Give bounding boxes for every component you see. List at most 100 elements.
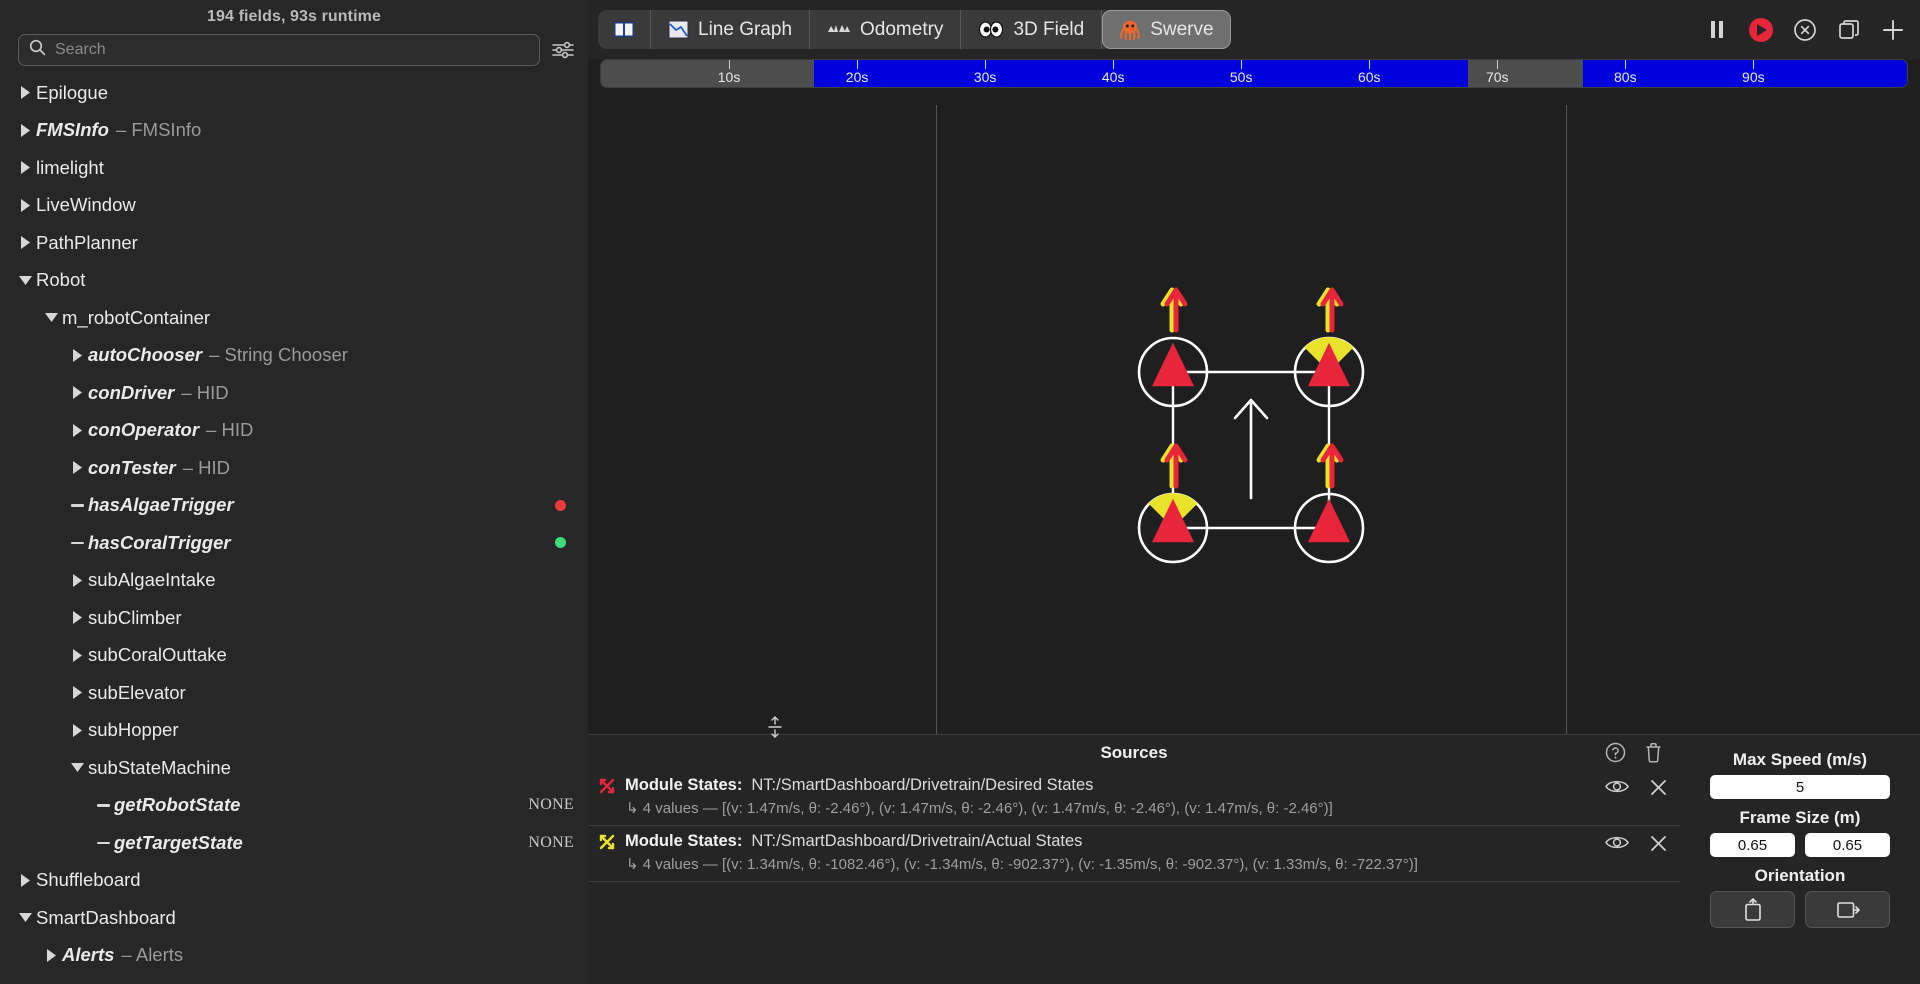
tab-bar: Line Graph Odometry 3D Field Swerve (588, 0, 1920, 59)
source-path: NT:/SmartDashboard/Drivetrain/Actual Sta… (751, 832, 1083, 850)
chevron-down-icon[interactable] (40, 311, 62, 324)
tree-row-label: autoChooser (88, 344, 203, 366)
tree-row[interactable]: conDriver – HID (0, 374, 588, 412)
chevron-right-icon[interactable] (14, 160, 36, 175)
tree-row[interactable]: m_robotContainer (0, 299, 588, 337)
remove-source-icon[interactable] (1649, 834, 1668, 858)
tree-row[interactable]: SmartDashboard (0, 899, 588, 937)
tree-row-label: conTester (88, 456, 176, 478)
chevron-down-icon[interactable] (14, 911, 36, 924)
field-sidebar: 194 fields, 93s runtime Search Epilogue … (0, 0, 588, 984)
tree-row[interactable]: subElevator (0, 674, 588, 712)
tree-row[interactable]: Alerts – Alerts (0, 937, 588, 975)
orientation-up-button[interactable] (1710, 891, 1795, 928)
record-button[interactable] (1748, 17, 1774, 43)
tree-row[interactable]: limelight (0, 149, 588, 187)
duplicate-button[interactable] (1836, 17, 1862, 43)
trash-icon[interactable] (1642, 741, 1664, 763)
source-controls (1605, 778, 1668, 802)
source-row[interactable]: Module States: NT:/SmartDashboard/Drivetr… (588, 826, 1680, 882)
chevron-right-icon[interactable] (14, 873, 36, 888)
chevron-right-icon[interactable] (14, 198, 36, 213)
tree-row[interactable]: getRobotState NONE (0, 787, 588, 825)
leaf-dash-icon (66, 541, 88, 544)
close-button[interactable] (1792, 17, 1818, 43)
tree-row[interactable]: subHopper (0, 712, 588, 750)
tree-row-value: NONE (528, 833, 574, 851)
tree-row[interactable]: Shuffleboard (0, 862, 588, 900)
tab-3d-field[interactable]: 3D Field (961, 10, 1103, 49)
filter-settings-icon[interactable] (550, 37, 576, 63)
search-input[interactable] (55, 41, 529, 59)
eyes-icon (978, 21, 1004, 38)
chevron-right-icon[interactable] (14, 235, 36, 250)
timeline-segment[interactable] (601, 60, 814, 87)
tree-row-label: hasCoralTrigger (88, 531, 231, 553)
tree-row[interactable]: LiveWindow (0, 187, 588, 225)
tree-row-label: SmartDashboard (36, 906, 176, 928)
tree-row[interactable]: subClimber (0, 599, 588, 637)
max-speed-input[interactable] (1710, 775, 1890, 799)
swerve-field-view[interactable] (588, 105, 1920, 734)
help-icon[interactable] (1604, 741, 1626, 763)
visibility-eye-icon[interactable] (1605, 834, 1629, 858)
tree-row[interactable]: getTargetState NONE (0, 824, 588, 862)
visibility-eye-icon[interactable] (1605, 778, 1629, 802)
module-states-marker-icon (598, 777, 616, 795)
frame-width-input[interactable] (1710, 833, 1795, 857)
tree-row-type: – HID (181, 381, 229, 403)
tree-row[interactable]: PathPlanner (0, 224, 588, 262)
chevron-right-icon[interactable] (66, 385, 88, 400)
timeline-tick-label: 50s (1229, 69, 1253, 85)
panel-splitter[interactable] (764, 716, 786, 738)
add-tab-button[interactable] (1880, 17, 1906, 43)
tree-row[interactable]: FMSInfo – FMSInfo (0, 112, 588, 150)
timeline-tick-label: 90s (1742, 69, 1765, 85)
remove-source-icon[interactable] (1649, 778, 1668, 802)
tab-group: Line Graph Odometry 3D Field Swerve (598, 10, 1231, 49)
tab-odometry[interactable]: Odometry (810, 10, 962, 49)
chevron-right-icon[interactable] (40, 948, 62, 963)
tree-row-type: – String Chooser (209, 344, 348, 366)
tree-row[interactable]: subAlgaeIntake (0, 562, 588, 600)
tree-row[interactable]: subStateMachine (0, 749, 588, 787)
chevron-right-icon[interactable] (66, 423, 88, 438)
chevron-right-icon[interactable] (14, 123, 36, 138)
timeline-scrubber[interactable]: 10s 20s 30s 40s 50s 60s 70s 80s 90s (600, 59, 1908, 88)
max-speed-label: Max Speed (m/s) (1732, 750, 1868, 769)
tree-row[interactable]: hasAlgaeTrigger (0, 487, 588, 525)
tab-overview[interactable] (598, 10, 651, 49)
status-dot (555, 537, 566, 549)
chevron-right-icon[interactable] (14, 85, 36, 100)
chevron-right-icon[interactable] (66, 460, 88, 475)
tree-row[interactable]: Epilogue (0, 74, 588, 112)
source-row-header: Module States: NT:/SmartDashboard/Drivetr… (598, 776, 1680, 795)
tree-row[interactable]: autoChooser – String Chooser (0, 337, 588, 375)
tree-row[interactable]: subCoralOuttake (0, 637, 588, 675)
chevron-right-icon[interactable] (66, 648, 88, 663)
source-row[interactable]: Module States: NT:/SmartDashboard/Drivetr… (588, 770, 1680, 826)
tree-row[interactable]: conTester – HID (0, 449, 588, 487)
tree-row-label: subStateMachine (88, 756, 231, 778)
tree-row[interactable]: Robot (0, 262, 588, 300)
tab-label: Line Graph (698, 18, 793, 40)
orientation-right-button[interactable] (1805, 891, 1890, 928)
field-tree: Epilogue FMSInfo – FMSInfo limelight LiveWin… (0, 74, 588, 974)
chevron-down-icon[interactable] (66, 761, 88, 774)
tree-row[interactable]: hasCoralTrigger (0, 524, 588, 562)
chevron-right-icon[interactable] (66, 348, 88, 363)
tree-row[interactable]: conOperator – HID (0, 412, 588, 450)
pause-button[interactable] (1704, 17, 1730, 43)
chevron-right-icon[interactable] (66, 573, 88, 588)
tab-line-graph[interactable]: Line Graph (651, 10, 811, 49)
frame-length-input[interactable] (1805, 833, 1890, 857)
chevron-right-icon[interactable] (66, 723, 88, 738)
tab-swerve[interactable]: Swerve (1102, 10, 1231, 49)
chevron-down-icon[interactable] (14, 274, 36, 287)
status-dot (555, 499, 566, 511)
search-box[interactable] (18, 34, 540, 66)
source-controls (1605, 834, 1668, 858)
chevron-right-icon[interactable] (66, 610, 88, 625)
source-detail: ↳ 4 values — [(v: 1.47m/s, θ: -2.46°), (… (626, 800, 1333, 817)
chevron-right-icon[interactable] (66, 685, 88, 700)
